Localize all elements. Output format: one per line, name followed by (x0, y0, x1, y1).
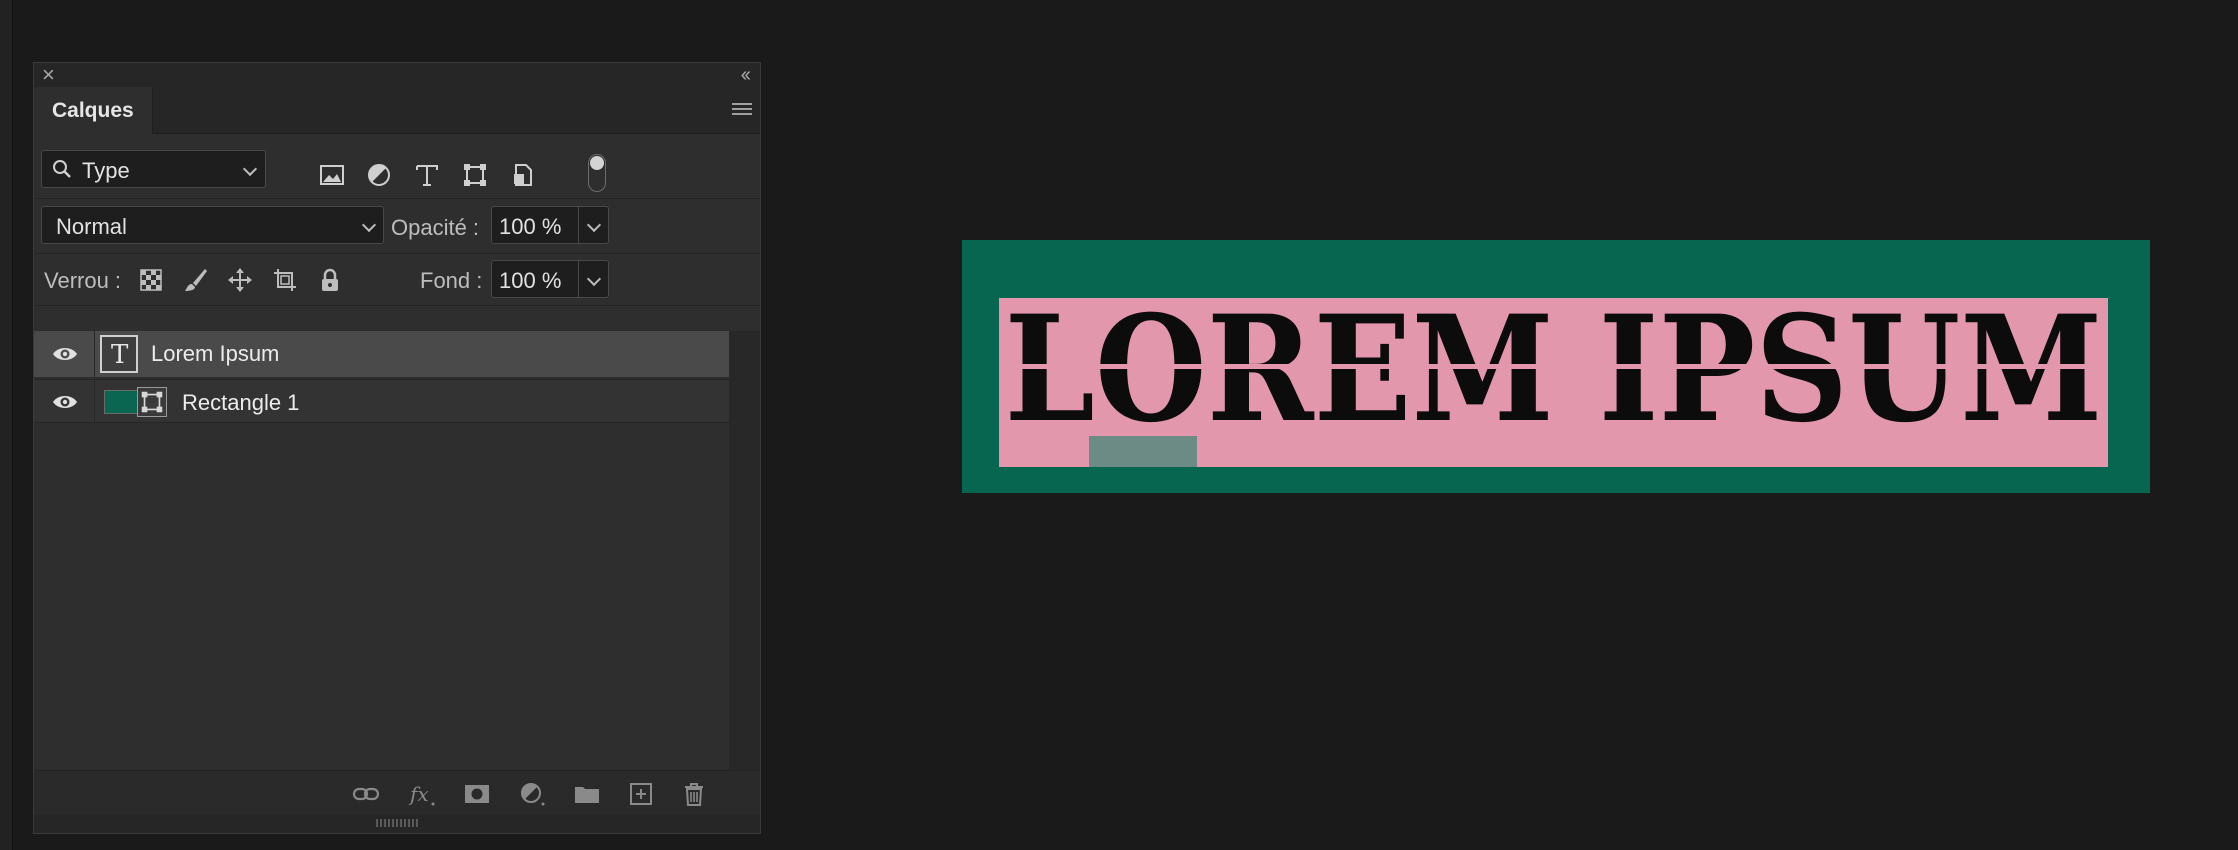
fx-icon[interactable]: fx (408, 781, 436, 807)
chevron-down-icon (586, 271, 602, 287)
layers-list: T Lorem Ipsum Rectangle 1 (34, 331, 729, 771)
close-icon[interactable]: × (42, 64, 55, 86)
fill-dropdown[interactable] (579, 260, 609, 298)
search-icon (53, 160, 71, 178)
filter-toggle[interactable] (588, 154, 606, 192)
panel-footer: fx (34, 770, 760, 815)
layer-row-rectangle-1[interactable]: Rectangle 1 (34, 379, 729, 423)
mask-icon[interactable] (463, 781, 491, 807)
adjustment-layer-icon[interactable] (518, 781, 546, 807)
opacity-value: 100 % (499, 214, 562, 239)
fill-label: Fond : (420, 268, 483, 293)
layers-panel: × ‹‹ Calques Type Normal Opacité: 100 %… (33, 62, 761, 834)
layer-row-lorem-ipsum[interactable]: T Lorem Ipsum (34, 331, 729, 377)
panel-resize-grip-area (34, 815, 760, 833)
tab-label: Calques (52, 99, 134, 122)
chevron-down-icon (361, 217, 377, 233)
row-separator (94, 380, 95, 422)
svg-text:fx: fx (408, 782, 429, 806)
chevron-down-icon (586, 217, 602, 233)
opacity-label: Opacité : (391, 215, 480, 240)
folder-icon[interactable] (573, 781, 601, 807)
layers-scrollbar[interactable] (729, 331, 760, 771)
blend-mode-select[interactable]: Normal (41, 206, 384, 244)
blend-mode-value: Normal (56, 214, 127, 239)
shape-layer-icon (137, 387, 167, 417)
fill-input[interactable]: 100 % (491, 260, 579, 298)
collapse-icon[interactable]: ‹‹ (741, 65, 751, 85)
image-icon[interactable] (319, 162, 345, 188)
blend-opacity-row: Normal Opacité : 100 % (34, 201, 760, 254)
filter-kind-label: Type (82, 158, 130, 183)
chevron-down-icon (242, 161, 258, 177)
opacity-dropdown[interactable] (579, 206, 609, 244)
layer-name[interactable]: Rectangle 1 (182, 390, 299, 416)
brush-icon[interactable] (183, 267, 209, 293)
link-icon[interactable] (352, 781, 380, 807)
rectangle-layer-thumbnail (104, 390, 138, 414)
opacity-input[interactable]: 100 % (491, 206, 579, 244)
filter-kind-select[interactable]: Type (41, 150, 266, 188)
artboard-icon[interactable] (272, 267, 298, 293)
smart-object-icon[interactable] (510, 162, 536, 188)
lock-icon[interactable] (317, 267, 343, 293)
lorem-ipsum-text: LOREM IPSUM (1005, 296, 2103, 436)
text-icon[interactable] (414, 162, 440, 188)
layer-name[interactable]: Lorem Ipsum (151, 341, 279, 367)
text-layer-glyph: T (111, 340, 129, 370)
panel-menu-icon[interactable] (732, 103, 752, 118)
lock-fill-row: Verrou : Fond : 100 % (34, 255, 760, 306)
pink-text-box: LOREM IPSUM (999, 296, 2108, 467)
eye-icon[interactable] (52, 345, 78, 363)
grey-rectangle (1089, 436, 1197, 467)
panel-title-bar: × ‹‹ (34, 63, 760, 87)
filter-row: Type (34, 148, 760, 199)
left-edge-strip (0, 0, 13, 850)
row-separator (94, 331, 95, 377)
panel-tab-bar: Calques (34, 87, 760, 134)
shape-icon[interactable] (462, 162, 488, 188)
lock-transparency-icon[interactable] (138, 267, 164, 293)
eye-icon[interactable] (52, 393, 78, 411)
canvas-text: LOREM IPSUM (1005, 296, 2103, 436)
trash-icon[interactable] (680, 781, 708, 807)
tab-calques[interactable]: Calques (34, 87, 153, 134)
fill-value: 100 % (499, 268, 562, 293)
lock-label: Verrou : (44, 268, 122, 293)
text-layer-thumbnail: T (100, 335, 138, 373)
document-canvas[interactable]: LOREM IPSUM (962, 240, 2150, 493)
adjustment-icon[interactable] (366, 162, 392, 188)
resize-grip[interactable] (376, 819, 420, 827)
new-layer-icon[interactable] (627, 781, 655, 807)
move-icon[interactable] (227, 267, 253, 293)
